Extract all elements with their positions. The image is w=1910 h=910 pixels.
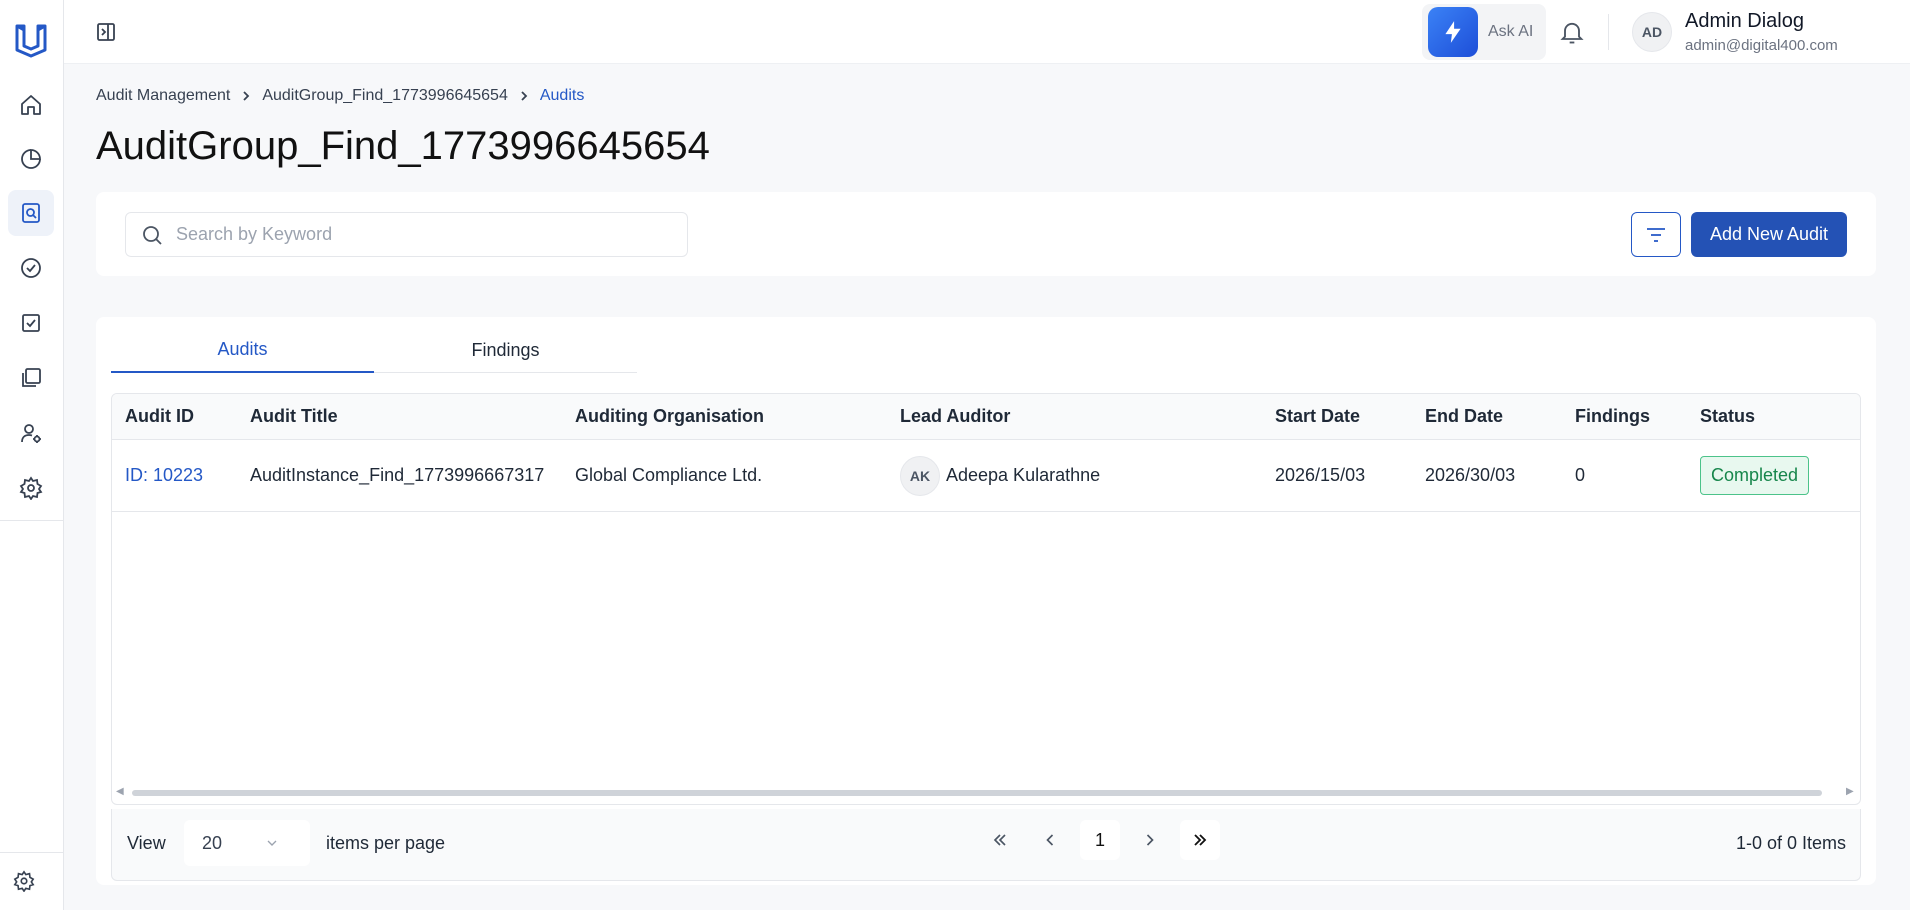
end-date: 2026/30/03 (1425, 465, 1516, 485)
topbar: Ask AI AD Admin Dialog admin@digital400.… (64, 0, 1910, 64)
sidebar-item-home[interactable] (8, 82, 54, 128)
lightning-icon (1428, 7, 1478, 57)
items-per-page-label: items per page (326, 833, 446, 853)
column-header-findings[interactable]: Findings (1575, 394, 1650, 439)
topbar-divider (1608, 14, 1609, 50)
audit-title: AuditInstance_Find_1773996667317 (250, 465, 545, 485)
breadcrumb-item-audit-group[interactable]: AuditGroup_Find_1773996645654 (262, 87, 508, 105)
app-logo[interactable] (14, 22, 48, 58)
table-header: Audit ID Audit Title Auditing Organisati… (112, 394, 1860, 440)
user-name: Admin Dialog (1685, 10, 1804, 32)
status-cell: Completed (1700, 440, 1810, 511)
column-header-status[interactable]: Status (1700, 394, 1755, 439)
notification-bell-icon[interactable] (1558, 18, 1586, 46)
horizontal-scrollbar[interactable] (132, 790, 1822, 796)
sidebar-item-tasks[interactable] (8, 300, 54, 346)
chevrons-left-icon (993, 834, 1006, 846)
chevron-right-icon (1146, 834, 1154, 846)
user-email: admin@digital400.com (1685, 37, 1838, 54)
next-page-button[interactable] (1130, 820, 1170, 860)
chevrons-right-icon (1194, 834, 1207, 846)
ask-ai-button[interactable]: Ask AI (1422, 4, 1546, 60)
auditing-organisation: Global Compliance Ltd. (575, 465, 763, 485)
items-count-summary: 1-0 of 0 Items (1735, 833, 1846, 853)
lead-auditor-name: Adeepa Kularathne (946, 465, 1101, 485)
filter-button[interactable] (1631, 212, 1681, 257)
items-per-page-value: 20 (202, 832, 223, 853)
gear-icon (13, 870, 35, 892)
pagination-bar: View 20 items per page 1 1-0 of 0 Items (111, 809, 1861, 881)
avatar[interactable]: AD (1632, 12, 1672, 52)
check-circle-icon (21, 258, 41, 278)
audit-id-link[interactable]: ID: 10223 (125, 440, 203, 511)
breadcrumb: Audit Management AuditGroup_Find_1773996… (96, 87, 584, 105)
audits-table: Audit ID Audit Title Auditing Organisati… (111, 393, 1861, 805)
column-header-lead-auditor[interactable]: Lead Auditor (900, 394, 1010, 439)
ask-ai-label: Ask AI (1488, 23, 1534, 40)
previous-page-button[interactable] (1030, 820, 1070, 860)
sidebar-item-documents[interactable] (8, 355, 54, 401)
scroll-left-arrow-icon[interactable]: ◀ (116, 786, 124, 797)
breadcrumb-item-audit-management[interactable]: Audit Management (96, 87, 230, 105)
sidebar (0, 0, 64, 910)
tab-audits[interactable]: Audits (111, 327, 374, 373)
status-badge: Completed (1700, 456, 1810, 495)
chevron-right-icon (243, 91, 250, 101)
sidebar-divider (0, 852, 64, 853)
tab-findings[interactable]: Findings (374, 327, 637, 373)
chevron-left-icon (1046, 834, 1054, 846)
lead-auditor: AK Adeepa Kularathne (900, 440, 1100, 511)
sidebar-toggle-icon[interactable] (94, 20, 118, 44)
column-header-start-date[interactable]: Start Date (1275, 394, 1360, 439)
gear-icon (19, 476, 43, 500)
first-page-button[interactable] (980, 820, 1020, 860)
column-header-audit-title[interactable]: Audit Title (250, 394, 338, 439)
avatar: AK (900, 455, 940, 496)
column-header-audit-id[interactable]: Audit ID (125, 394, 194, 439)
chevron-down-icon (267, 840, 277, 846)
breadcrumb-item-audits: Audits (539, 87, 585, 104)
check-square-icon (22, 314, 40, 332)
add-new-audit-button[interactable]: Add New Audit (1691, 212, 1847, 257)
page-number-button[interactable]: 1 (1080, 820, 1120, 860)
start-date: 2026/15/03 (1275, 465, 1366, 485)
sidebar-item-audits[interactable] (8, 190, 54, 236)
audits-panel: Audits Findings Audit ID Audit Title Aud… (96, 317, 1876, 885)
pie-chart-icon (21, 149, 41, 169)
home-icon (21, 95, 41, 115)
chevron-right-icon (521, 91, 528, 101)
sidebar-item-user-settings[interactable] (8, 410, 54, 456)
filter-icon (1647, 227, 1665, 242)
findings-count: 0 (1575, 465, 1586, 485)
sidebar-item-approvals[interactable] (8, 245, 54, 291)
documents-icon (22, 368, 41, 387)
scroll-right-arrow-icon[interactable]: ▶ (1846, 786, 1854, 797)
search-icon (143, 225, 162, 245)
search-input[interactable] (176, 224, 656, 245)
sidebar-item-system-settings[interactable] (4, 861, 44, 901)
sidebar-item-analytics[interactable] (8, 136, 54, 182)
audit-search-icon (22, 203, 40, 223)
column-header-auditing-organisation[interactable]: Auditing Organisation (575, 394, 764, 439)
table-row[interactable]: ID: 10223 AuditInstance_Find_17739966673… (112, 440, 1860, 512)
sidebar-item-settings[interactable] (8, 465, 54, 511)
items-per-page-select[interactable]: 20 (184, 820, 310, 866)
search-toolbar: Add New Audit (96, 192, 1876, 276)
view-label: View (127, 833, 166, 853)
sidebar-divider (0, 520, 64, 521)
user-gear-icon (21, 424, 41, 443)
column-header-end-date[interactable]: End Date (1425, 394, 1503, 439)
page-title: AuditGroup_Find_1773996645654 (96, 124, 710, 168)
current-page: 1 (1094, 829, 1105, 850)
search-box[interactable] (125, 212, 688, 257)
tab-bar: Audits Findings (111, 327, 637, 373)
last-page-button[interactable] (1180, 820, 1220, 860)
